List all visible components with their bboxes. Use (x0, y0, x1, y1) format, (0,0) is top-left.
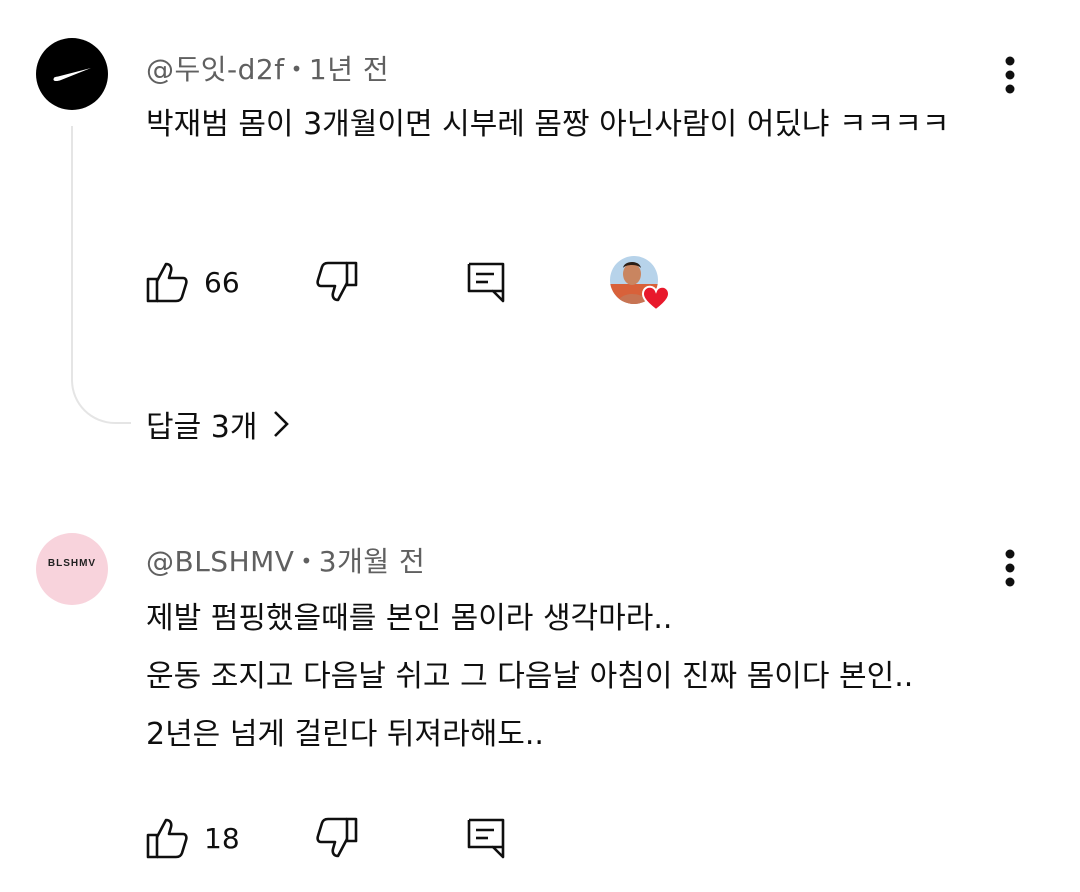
replies-label: 답글 3개 (146, 410, 258, 445)
comment-actions: 66 (146, 256, 846, 312)
avatar-logo-underline (48, 569, 96, 579)
author-handle[interactable]: @BLSHMV (146, 545, 294, 578)
like-button[interactable]: 66 (146, 258, 240, 306)
meta-separator: • (290, 57, 303, 81)
view-replies-button[interactable]: 답글 3개 (146, 402, 290, 446)
avatar[interactable] (36, 38, 108, 110)
more-options-button[interactable] (992, 51, 1028, 99)
comment-actions: 18 (146, 814, 846, 862)
more-options-button[interactable] (992, 544, 1028, 592)
like-count: 18 (204, 821, 240, 855)
comment-text: 박재범 몸이 3개월이면 시부레 몸짱 아닌사람이 어딨냐 ㅋㅋㅋㅋ (146, 107, 950, 142)
comment-time[interactable]: 1년 전 (309, 53, 389, 86)
like-count: 66 (204, 265, 240, 299)
comment-text: 제발 펌핑했을때를 본인 몸이라 생각마라.. 운동 조지고 다음날 쉬고 그 … (146, 601, 914, 752)
comment-meta: @BLSHMV • 3개월 전 (146, 540, 425, 580)
thumbs-down-icon (316, 817, 358, 858)
chevron-right-icon (274, 411, 290, 437)
creator-heart (608, 254, 674, 312)
thumbs-up-icon (146, 818, 188, 859)
author-handle[interactable]: @두잇-d2f (146, 53, 285, 86)
reply-button[interactable] (466, 814, 506, 862)
reply-icon (467, 262, 505, 303)
more-vert-icon (1005, 549, 1015, 587)
thumbs-up-icon (146, 262, 188, 303)
meta-separator: • (300, 549, 313, 573)
reply-icon (467, 818, 505, 859)
creator-heart-icon (610, 256, 671, 312)
thumbs-down-icon (316, 261, 358, 302)
nike-swoosh-icon (53, 68, 91, 82)
comment-time[interactable]: 3개월 전 (319, 545, 426, 578)
like-button[interactable]: 18 (146, 814, 240, 862)
dislike-button[interactable] (316, 258, 358, 306)
avatar-logo: BLSHMV (48, 559, 96, 579)
more-vert-icon (1005, 56, 1015, 94)
dislike-button[interactable] (316, 814, 358, 862)
comment-meta: @두잇-d2f • 1년 전 (146, 48, 389, 88)
thread-line (71, 126, 131, 424)
reply-button[interactable] (466, 258, 506, 306)
avatar[interactable]: BLSHMV (36, 533, 108, 605)
